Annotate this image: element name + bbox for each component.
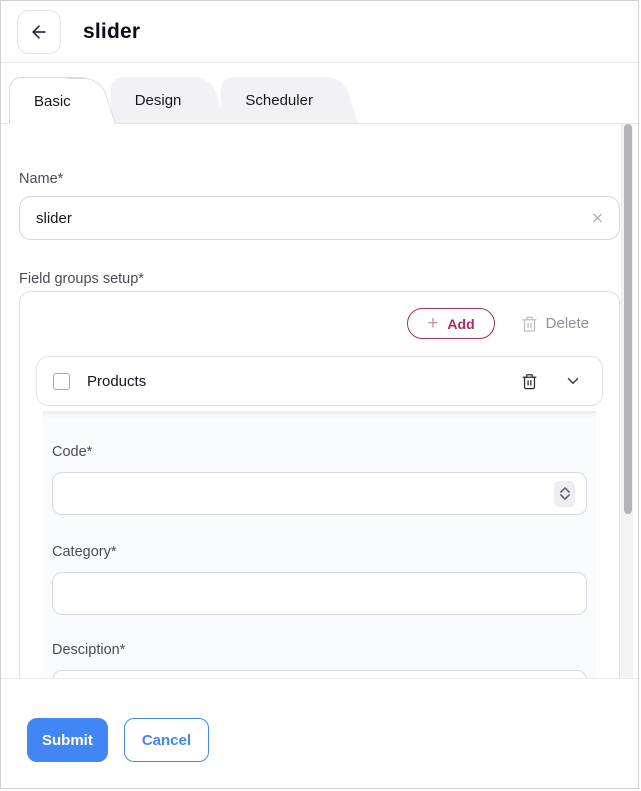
group-accordion-body: Code* Category* Desc — [43, 411, 596, 678]
desciption-field-label: Desciption* — [52, 642, 587, 658]
app-window: slider Basic Design Scheduler Name* Fiel… — [0, 0, 639, 789]
code-field-label: Code* — [52, 444, 587, 460]
x-mark-icon — [590, 211, 605, 226]
chevron-down-icon — [560, 494, 570, 500]
category-input-wrapper — [52, 572, 587, 615]
tab-basic-label: Basic — [34, 93, 71, 110]
back-button[interactable] — [17, 10, 61, 54]
tab-basic[interactable]: Basic — [9, 77, 85, 124]
tab-design[interactable]: Design — [111, 77, 196, 123]
field-groups-label: Field groups setup* — [19, 271, 620, 287]
group-toolbar: + Add Delete — [36, 308, 603, 339]
clear-name-button[interactable] — [590, 211, 605, 226]
arrow-left-icon — [29, 22, 49, 42]
page-title: slider — [83, 20, 140, 44]
code-input[interactable] — [67, 485, 550, 502]
add-button-label: Add — [447, 316, 474, 332]
submit-button[interactable]: Submit — [27, 718, 108, 762]
cancel-button[interactable]: Cancel — [124, 718, 209, 762]
tab-scheduler[interactable]: Scheduler — [221, 77, 327, 123]
trash-icon — [521, 372, 538, 391]
name-input[interactable] — [36, 210, 579, 227]
plus-icon: + — [427, 314, 438, 333]
chevron-up-icon — [560, 487, 570, 493]
name-field-label: Name* — [19, 171, 620, 187]
delete-group-button[interactable]: Delete — [521, 315, 589, 333]
desciption-input-wrapper — [52, 670, 587, 678]
tab-scheduler-label: Scheduler — [245, 92, 313, 109]
add-group-button[interactable]: + Add — [407, 308, 494, 339]
number-stepper[interactable] — [554, 481, 575, 507]
form-footer: Submit Cancel — [1, 678, 638, 788]
category-field-label: Category* — [52, 544, 587, 560]
category-input[interactable] — [67, 585, 550, 602]
chevron-down-icon — [564, 372, 582, 390]
scrollbar-track[interactable] — [621, 124, 633, 678]
group-accordion-header[interactable]: Products — [36, 356, 603, 406]
group-checkbox[interactable] — [53, 373, 70, 390]
page-header: slider — [1, 1, 638, 63]
group-title: Products — [87, 373, 146, 390]
group-collapse-button[interactable] — [564, 372, 582, 390]
trash-icon — [521, 315, 538, 333]
group-trash-button[interactable] — [521, 372, 538, 391]
tab-design-label: Design — [135, 92, 182, 109]
field-groups-container: + Add Delete Products — [19, 291, 620, 678]
name-input-wrapper — [19, 196, 620, 240]
tab-bar: Basic Design Scheduler — [1, 63, 638, 123]
code-input-wrapper — [52, 472, 587, 515]
scrollbar-thumb[interactable] — [624, 124, 632, 514]
group-actions — [521, 372, 582, 391]
delete-button-label: Delete — [546, 315, 589, 332]
form-scroll-area: Name* Field groups setup* + Add — [1, 123, 638, 678]
